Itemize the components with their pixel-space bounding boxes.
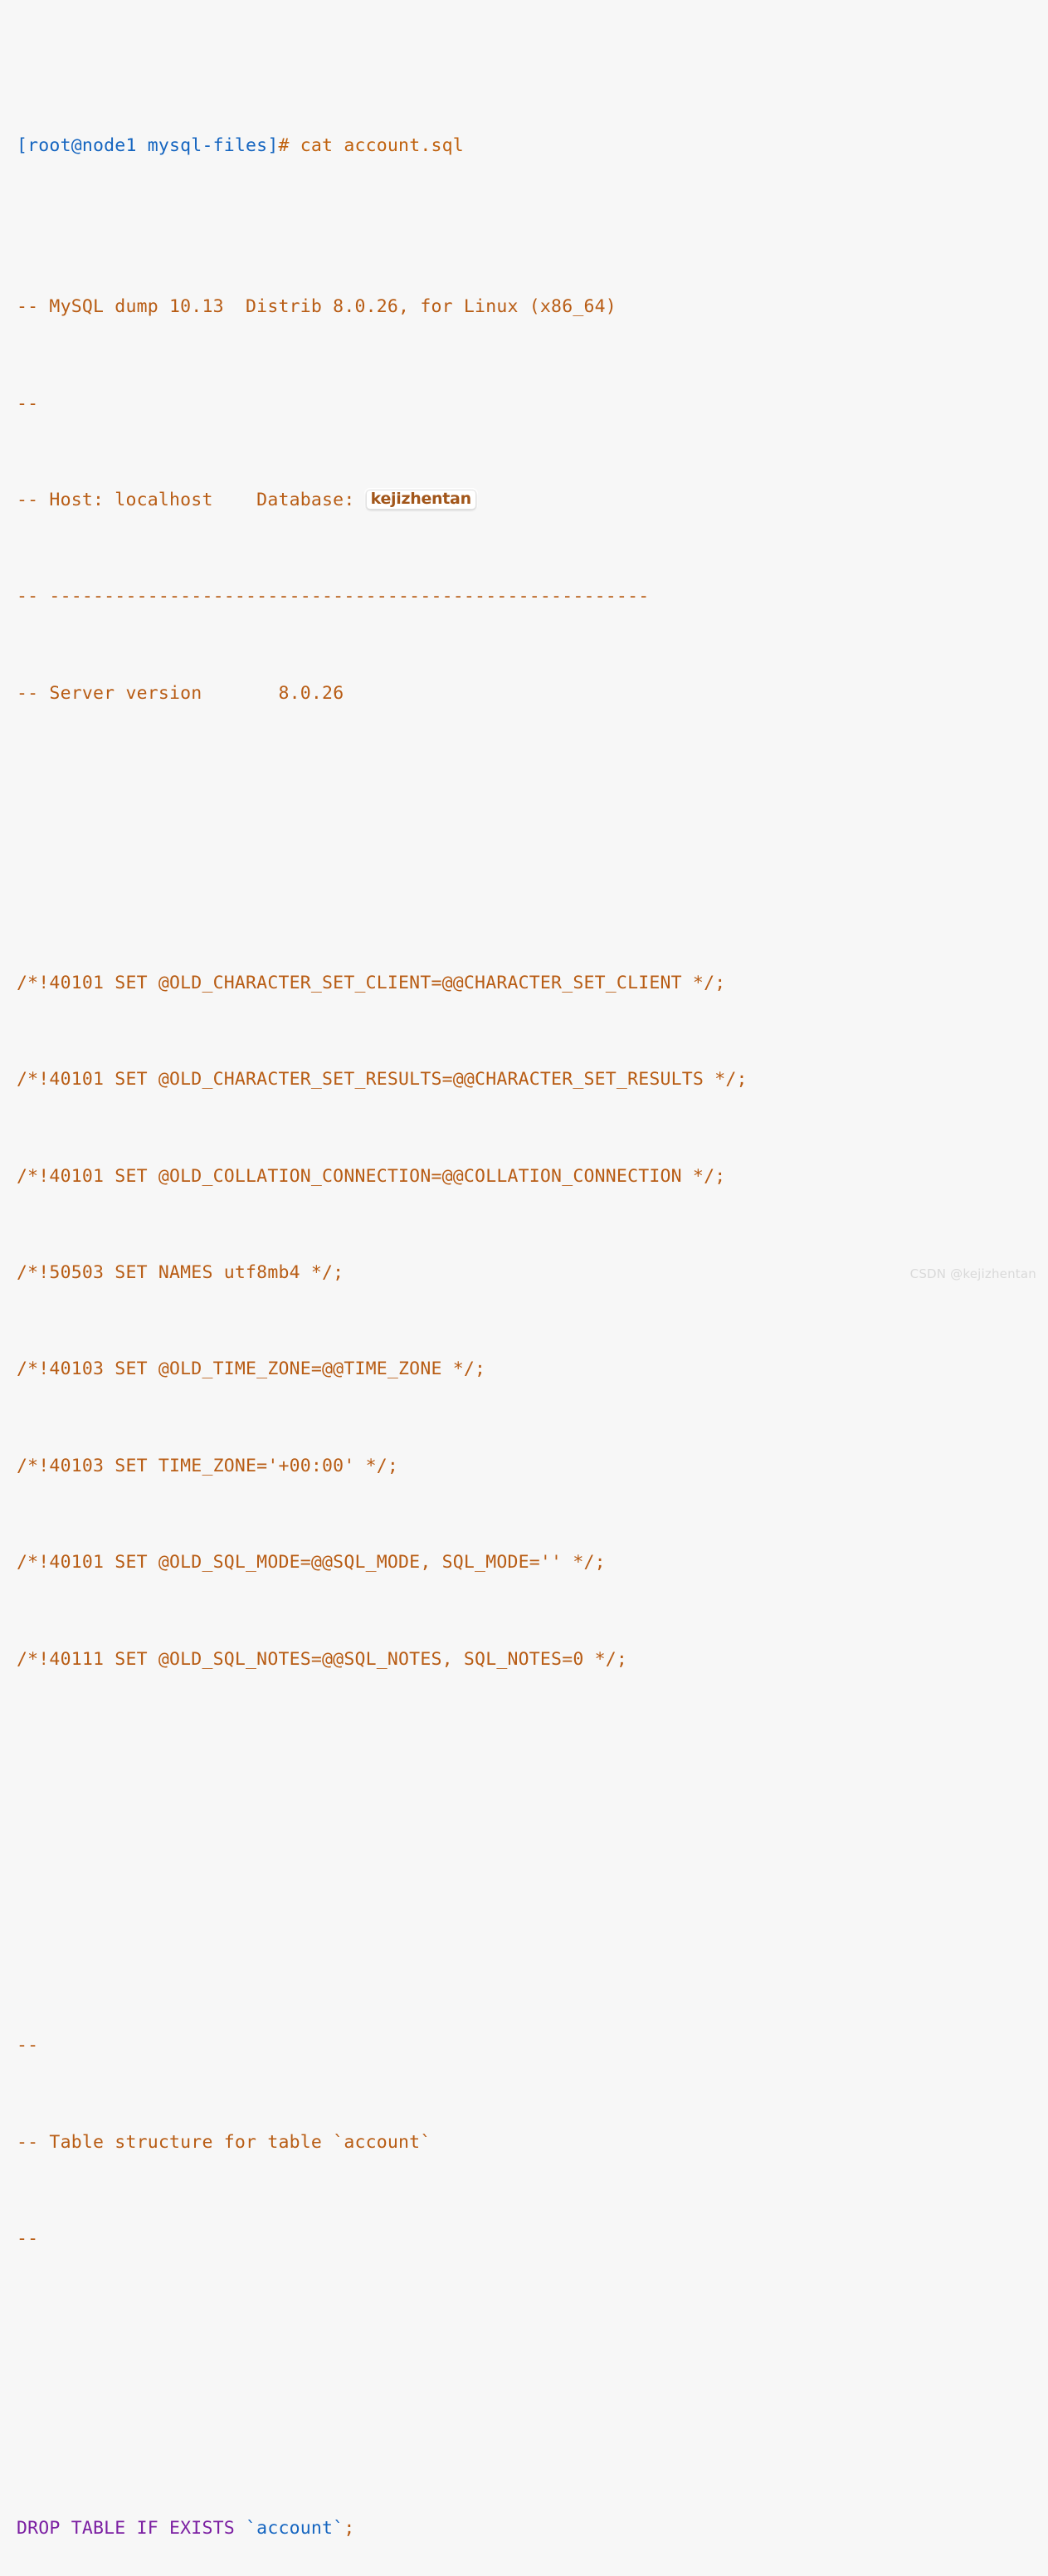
server-version-line: -- Server version 8.0.26 (17, 682, 344, 704)
shell-prompt-line: [root@node1 mysql-files]# cat account.sq… (17, 130, 1048, 163)
table-comment-top: -- (17, 2035, 39, 2056)
host-database-line: -- Host: localhost Database: kejizhentan (17, 485, 1048, 517)
shell-command: # cat account.sql (278, 135, 464, 157)
blank-comment-line-1: -- (17, 393, 39, 414)
set-line-top-6: /*!40101 SET @OLD_SQL_MODE=@@SQL_MODE, S… (17, 1552, 606, 1573)
drop-table-keywords: DROP TABLE IF EXISTS (17, 2518, 246, 2539)
set-line-top-3: /*!50503 SET NAMES utf8mb4 */; (17, 1262, 344, 1284)
database-name-badge: kejizhentan (365, 489, 476, 510)
set-line-top-0: /*!40101 SET @OLD_CHARACTER_SET_CLIENT=@… (17, 972, 726, 993)
set-line-top-5: /*!40103 SET TIME_ZONE='+00:00' */; (17, 1455, 399, 1476)
drop-table-identifier: `account` (246, 2518, 344, 2539)
shell-prompt: [root@node1 mysql-files] (17, 135, 279, 157)
terminal-output[interactable]: [root@node1 mysql-files]# cat account.sq… (17, 2, 1048, 2576)
dump-header-line: -- MySQL dump 10.13 Distrib 8.0.26, for … (17, 296, 617, 318)
host-database-label: -- Host: localhost Database: (17, 489, 366, 510)
table-comment-bottom: -- (17, 2227, 39, 2249)
terminal-window: [root@node1 mysql-files]# cat account.sq… (0, 0, 1048, 2539)
drop-table-terminator: ; (344, 2518, 355, 2539)
drop-table-line: DROP TABLE IF EXISTS `account`; (17, 2513, 1048, 2545)
table-structure-comment: -- Table structure for table `account` (17, 2131, 431, 2153)
set-line-top-7: /*!40111 SET @OLD_SQL_NOTES=@@SQL_NOTES,… (17, 1648, 628, 1670)
set-line-top-2: /*!40101 SET @OLD_COLLATION_CONNECTION=@… (17, 1165, 726, 1187)
set-line-top-1: /*!40101 SET @OLD_CHARACTER_SET_RESULTS=… (17, 1069, 748, 1090)
set-line-top-4: /*!40103 SET @OLD_TIME_ZONE=@@TIME_ZONE … (17, 1359, 486, 1380)
separator-line: -- -------------------------------------… (17, 586, 650, 607)
csdn-watermark: CSDN @kejizhentan (909, 1266, 1036, 1281)
